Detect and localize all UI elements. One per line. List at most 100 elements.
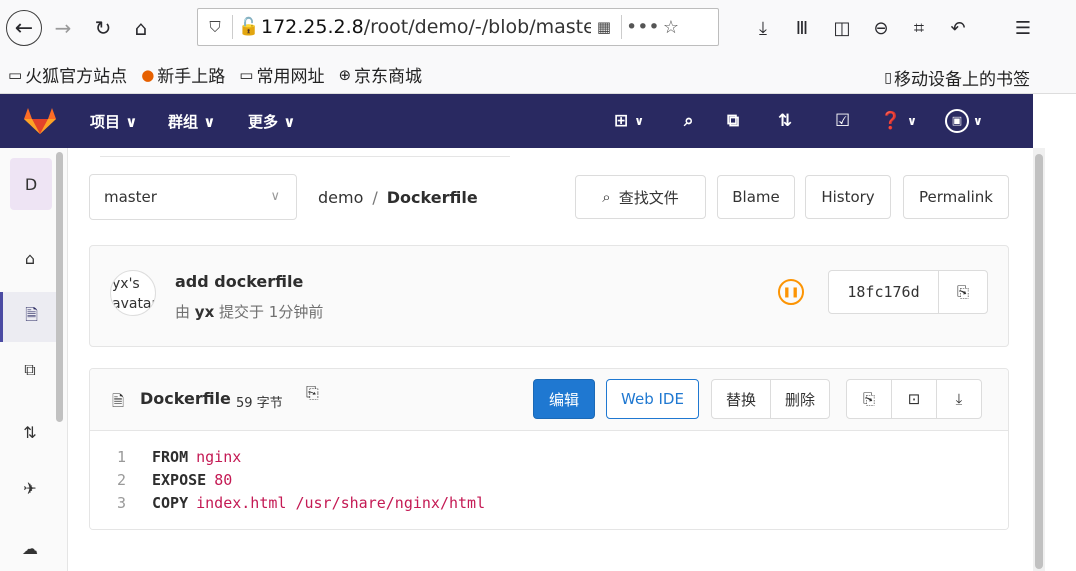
undo-icon[interactable]: ↶ bbox=[943, 13, 973, 43]
edit-button[interactable]: 编辑 bbox=[533, 379, 595, 419]
commit-author[interactable]: yx bbox=[195, 303, 214, 321]
reload-button[interactable]: ↻ bbox=[88, 13, 118, 43]
scrollbar-thumb[interactable] bbox=[1035, 154, 1043, 569]
bookmark-label: 新手上路 bbox=[157, 67, 226, 87]
file-icon: 🗎 bbox=[112, 392, 125, 410]
open-raw-button[interactable]: ⊡ bbox=[891, 379, 937, 419]
user-dropdown[interactable]: ▣ ∨ bbox=[945, 108, 983, 134]
sidebar-item-operations[interactable]: ☁ bbox=[0, 528, 60, 568]
commit-sha-group: 18fc176d ⎘ bbox=[828, 270, 988, 314]
line-number[interactable]: 3 bbox=[90, 494, 138, 512]
more-menu[interactable]: 更多 ∨ bbox=[248, 111, 295, 132]
code-line: 1 FROM nginx bbox=[90, 446, 1008, 468]
permalink-button[interactable]: Permalink bbox=[903, 175, 1009, 219]
folder-icon: ▭ bbox=[239, 65, 254, 84]
back-button[interactable]: ← bbox=[6, 10, 42, 46]
line-number[interactable]: 2 bbox=[90, 471, 138, 489]
delete-button[interactable]: 删除 bbox=[770, 379, 830, 419]
commit-sha[interactable]: 18fc176d bbox=[829, 271, 939, 313]
home-button[interactable]: ⌂ bbox=[126, 13, 156, 43]
code-value: 80 bbox=[214, 471, 233, 489]
rocket-icon: ✈ bbox=[23, 478, 37, 498]
page-actions-icon[interactable]: ••• bbox=[626, 16, 660, 38]
sidebar-icon[interactable]: ◫ bbox=[827, 13, 857, 43]
projects-menu[interactable]: 项目 ∨ bbox=[90, 111, 137, 132]
todos-icon[interactable]: ☑ bbox=[835, 108, 850, 134]
page-scrollbar[interactable] bbox=[1033, 148, 1045, 571]
chevron-down-icon: ∨ bbox=[270, 189, 280, 204]
screenshot-icon[interactable]: ⌗ bbox=[904, 13, 934, 43]
download-button[interactable]: ⤓ bbox=[936, 379, 982, 419]
web-ide-button[interactable]: Web IDE bbox=[606, 379, 699, 419]
copy-contents-button[interactable]: ⎘ bbox=[846, 379, 892, 419]
copy-file-path-icon[interactable]: ⎘ bbox=[306, 383, 319, 403]
pipeline-status-icon[interactable]: ❚❚ bbox=[778, 279, 804, 305]
new-item-dropdown[interactable]: ⊞ ∨ bbox=[614, 108, 644, 134]
code-line: 2 EXPOSE 80 bbox=[90, 469, 1008, 491]
shield-icon[interactable]: ⛉ bbox=[202, 18, 228, 36]
bookmark-label: 京东商城 bbox=[354, 67, 423, 87]
commit-time: 提交于 1分钟前 bbox=[219, 303, 324, 321]
help-icon: ❓ bbox=[880, 111, 902, 131]
code-line: 3 COPY index.html /usr/share/nginx/html bbox=[90, 492, 1008, 514]
account-icon[interactable]: ⊖ bbox=[866, 13, 896, 43]
commit-title[interactable]: add dockerfile bbox=[175, 272, 303, 291]
file-size: 59 字节 bbox=[236, 396, 283, 411]
line-number[interactable]: 1 bbox=[90, 448, 138, 466]
bookmarks-bar: ▭ 火狐官方站点 ● 新手上路 ▭ 常用网址 ⊕ 京东商城 ▯ 移动设备上的书签 bbox=[0, 56, 1076, 94]
hamburger-menu-icon[interactable]: ☰ bbox=[1008, 13, 1038, 43]
chevron-down-icon: ∨ bbox=[973, 114, 983, 128]
find-file-label: 查找文件 bbox=[618, 188, 679, 207]
merge-requests-icon[interactable]: ⇅ bbox=[778, 108, 792, 134]
search-icon: ⌕ bbox=[602, 188, 611, 206]
help-dropdown[interactable]: ❓ ∨ bbox=[880, 108, 917, 134]
sidebar-item-merge-requests[interactable]: ⇅ bbox=[0, 412, 60, 452]
forward-button[interactable]: → bbox=[48, 13, 78, 43]
code-keyword: EXPOSE bbox=[152, 471, 207, 489]
replace-button[interactable]: 替换 bbox=[711, 379, 771, 419]
code-value: index.html /usr/share/nginx/html bbox=[196, 494, 486, 512]
divider bbox=[100, 156, 510, 157]
download-icon[interactable]: ⤓ bbox=[748, 13, 778, 43]
bookmark-item[interactable]: ⊕ 京东商城 bbox=[338, 62, 423, 88]
project-avatar[interactable]: D bbox=[10, 158, 52, 210]
raw-file-icon: ⊡ bbox=[907, 390, 921, 408]
blame-button[interactable]: Blame bbox=[717, 175, 795, 219]
groups-menu[interactable]: 群组 ∨ bbox=[168, 111, 215, 132]
bookmark-item[interactable]: ▭ 常用网址 bbox=[239, 62, 325, 88]
insecure-lock-icon[interactable]: 🔓 bbox=[237, 17, 261, 37]
bookmark-star-icon[interactable]: ☆ bbox=[656, 17, 686, 38]
code-keyword: FROM bbox=[152, 448, 189, 466]
issues-icon[interactable]: ⧉ bbox=[727, 108, 739, 134]
bookmark-item[interactable]: ▭ 火狐官方站点 bbox=[8, 62, 127, 88]
commit-by: 由 bbox=[175, 303, 191, 321]
breadcrumb-project[interactable]: demo bbox=[318, 188, 363, 207]
sidebar-item-repository[interactable]: 🗎 bbox=[0, 292, 60, 342]
branch-dropdown[interactable]: master ∨ bbox=[89, 174, 297, 220]
search-icon[interactable]: ⌕ bbox=[684, 108, 694, 134]
url-bar[interactable]: ⛉ 🔓 172.25.2.8/root/demo/-/blob/master/ … bbox=[197, 8, 719, 46]
code-block: 1 FROM nginx 2 EXPOSE 80 3 COPY index.ht… bbox=[90, 431, 1008, 529]
bookmark-item[interactable]: ● 新手上路 bbox=[141, 62, 226, 88]
library-icon[interactable]: Ⅲ bbox=[787, 13, 817, 43]
find-file-button[interactable]: ⌕ 查找文件 bbox=[575, 175, 706, 219]
gitlab-logo-icon[interactable] bbox=[22, 107, 58, 135]
branch-label: master bbox=[104, 188, 157, 206]
sidebar-item-project[interactable]: ⌂ bbox=[0, 238, 60, 278]
arrow-left-icon: ← bbox=[14, 15, 34, 41]
sidebar-scrollbar[interactable] bbox=[56, 152, 63, 422]
history-button[interactable]: History bbox=[805, 175, 891, 219]
sidebar-item-cicd[interactable]: ✈ bbox=[0, 468, 60, 508]
sidebar-item-issues[interactable]: ⧉ bbox=[0, 350, 60, 390]
bookmark-label: 常用网址 bbox=[256, 67, 325, 87]
url-path: /root/demo/-/blob/master/ bbox=[363, 16, 591, 38]
avatar[interactable]: yx's avatar bbox=[110, 270, 156, 316]
url-divider bbox=[621, 15, 622, 39]
file-viewer: 🗎 Dockerfile 59 字节 ⎘ 编辑 Web IDE 替换 删除 ⎘ … bbox=[89, 368, 1009, 530]
url-host: 172.25.2.8 bbox=[261, 16, 364, 38]
url-text[interactable]: 172.25.2.8/root/demo/-/blob/master/ bbox=[261, 16, 591, 38]
copy-sha-button[interactable]: ⎘ bbox=[939, 271, 987, 313]
browser-toolbar: ← → ↻ ⌂ ⛉ 🔓 172.25.2.8/root/demo/-/blob/… bbox=[0, 0, 1076, 56]
qr-code-icon[interactable]: ▦ bbox=[591, 18, 617, 36]
mobile-bookmarks[interactable]: ▯ 移动设备上的书签 bbox=[884, 65, 1030, 91]
